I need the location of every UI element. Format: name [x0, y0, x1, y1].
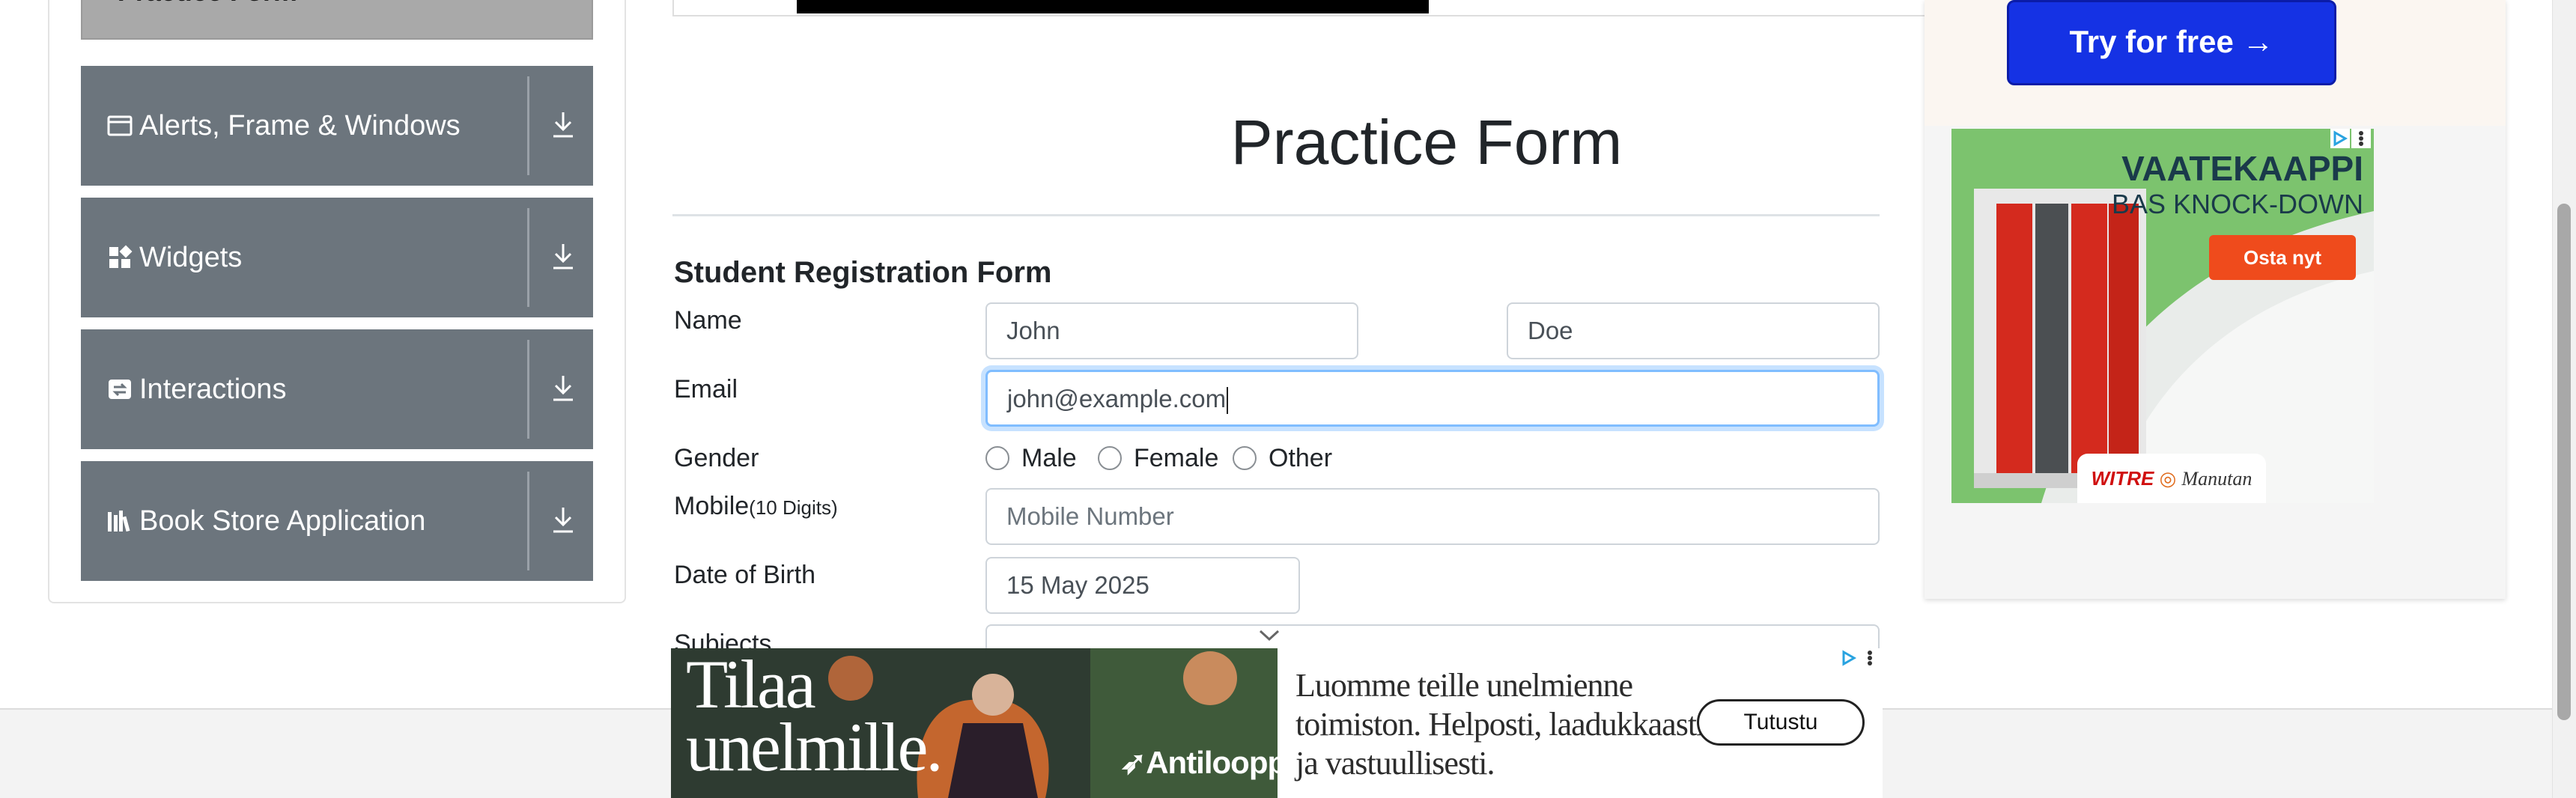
sidebar-group-interactions[interactable]: Interactions	[81, 329, 593, 449]
date-of-birth-input[interactable]: 15 May 2025	[985, 557, 1300, 614]
gender-other-label[interactable]: Other	[1269, 442, 1332, 475]
dob-label: Date of Birth	[674, 561, 815, 589]
sidebar-group-label: Interactions	[139, 374, 287, 405]
ad-menu-icon[interactable]	[2351, 129, 2371, 148]
gender-label: Gender	[674, 444, 759, 472]
download-icon[interactable]	[550, 505, 577, 534]
gender-other-radio[interactable]	[1233, 446, 1257, 470]
download-icon[interactable]	[550, 241, 577, 271]
mobile-label: Mobile(10 Digits)	[674, 492, 838, 520]
sidebar-group-alerts[interactable]: Alerts, Frame & Windows	[81, 66, 593, 186]
gender-male-radio[interactable]	[985, 446, 1009, 470]
ad-learn-more-button[interactable]: Tutustu	[1697, 699, 1865, 746]
email-label: Email	[674, 375, 738, 403]
divider	[527, 208, 529, 307]
widgets-icon	[109, 245, 133, 268]
right-advertisement[interactable]: Try for free → VAATEKAAPPI BAS KNOCK-DOW…	[1925, 0, 2506, 599]
bottom-advertisement[interactable]: Tilaaunelmille. ➶Antilooppi Luomme teill…	[671, 648, 1883, 798]
adchoices-icon[interactable]	[1839, 648, 1859, 668]
divider	[672, 214, 1880, 216]
window-icon	[107, 115, 133, 136]
manutan-logo-icon: ◎	[2159, 467, 2177, 490]
ad-image[interactable]: Tilaaunelmille. ➶Antilooppi	[671, 648, 1278, 798]
sidebar-item-practice-form[interactable]: ◦ Practice Form	[81, 0, 593, 40]
adchoices-icon[interactable]	[2330, 129, 2350, 148]
try-for-free-button[interactable]: Try for free →	[2007, 0, 2336, 85]
divider	[527, 76, 529, 175]
page-scrollbar[interactable]	[2552, 0, 2576, 798]
name-label: Name	[674, 306, 742, 335]
ad-headline: Tilaa unelmille.	[686, 648, 943, 785]
ad-menu-icon[interactable]	[1860, 648, 1880, 668]
mobile-hint: (10 Digits)	[749, 496, 838, 519]
last-name-input[interactable]: Doe	[1507, 302, 1880, 359]
subjects-label: Subjects	[674, 630, 772, 648]
page-title: Practice Form	[1230, 107, 1623, 177]
sidebar-group-widgets[interactable]: Widgets	[81, 198, 593, 317]
scrollbar-thumb[interactable]	[2557, 204, 2571, 720]
bullet-icon: ◦	[100, 0, 118, 7]
ad-brand: ➶Antilooppi	[1120, 745, 1278, 780]
top-banner-image[interactable]	[797, 0, 1429, 13]
chevron-down-icon	[1259, 630, 1280, 642]
text-cursor	[1227, 387, 1229, 415]
ad-buy-button[interactable]: Osta nyt	[2209, 235, 2356, 280]
library-icon	[108, 511, 130, 532]
divider	[527, 472, 529, 570]
sidebar-group-label: Book Store Application	[139, 505, 426, 537]
form-heading: Student Registration Form	[674, 256, 1052, 289]
ad-brand-title: VAATEKAAPPI	[2121, 149, 2363, 188]
mobile-input[interactable]: Mobile Number	[985, 488, 1880, 545]
sidebar-group-label: Alerts, Frame & Windows	[139, 110, 461, 141]
ad-brand-subtitle: BAS KNOCK-DOWN	[2111, 189, 2363, 219]
download-icon[interactable]	[550, 109, 577, 139]
sidebar-group-book-store[interactable]: Book Store Application	[81, 461, 593, 581]
ad-body-text: Luomme teille unelmienne toimiston. Help…	[1295, 667, 1705, 782]
download-icon[interactable]	[550, 373, 577, 403]
divider	[527, 340, 529, 439]
interactions-icon	[109, 380, 131, 399]
email-value: john@example.com	[1007, 385, 1227, 412]
ad-image[interactable]: VAATEKAAPPI BAS KNOCK-DOWN Osta nyt WITR…	[1951, 129, 2374, 503]
gender-male-label[interactable]: Male	[1021, 442, 1077, 475]
first-name-input[interactable]: John	[985, 302, 1358, 359]
gender-female-radio[interactable]	[1098, 446, 1122, 470]
ad-logos: WITRE ◎ Manutan	[2077, 454, 2266, 503]
sidebar-group-label: Widgets	[139, 242, 243, 273]
antilooppi-logo-icon: ➶	[1120, 745, 1146, 780]
email-input[interactable]: john@example.com	[985, 370, 1880, 427]
gender-female-label[interactable]: Female	[1134, 442, 1218, 475]
sidebar-item-label: ◦ Practice Form	[100, 0, 297, 7]
